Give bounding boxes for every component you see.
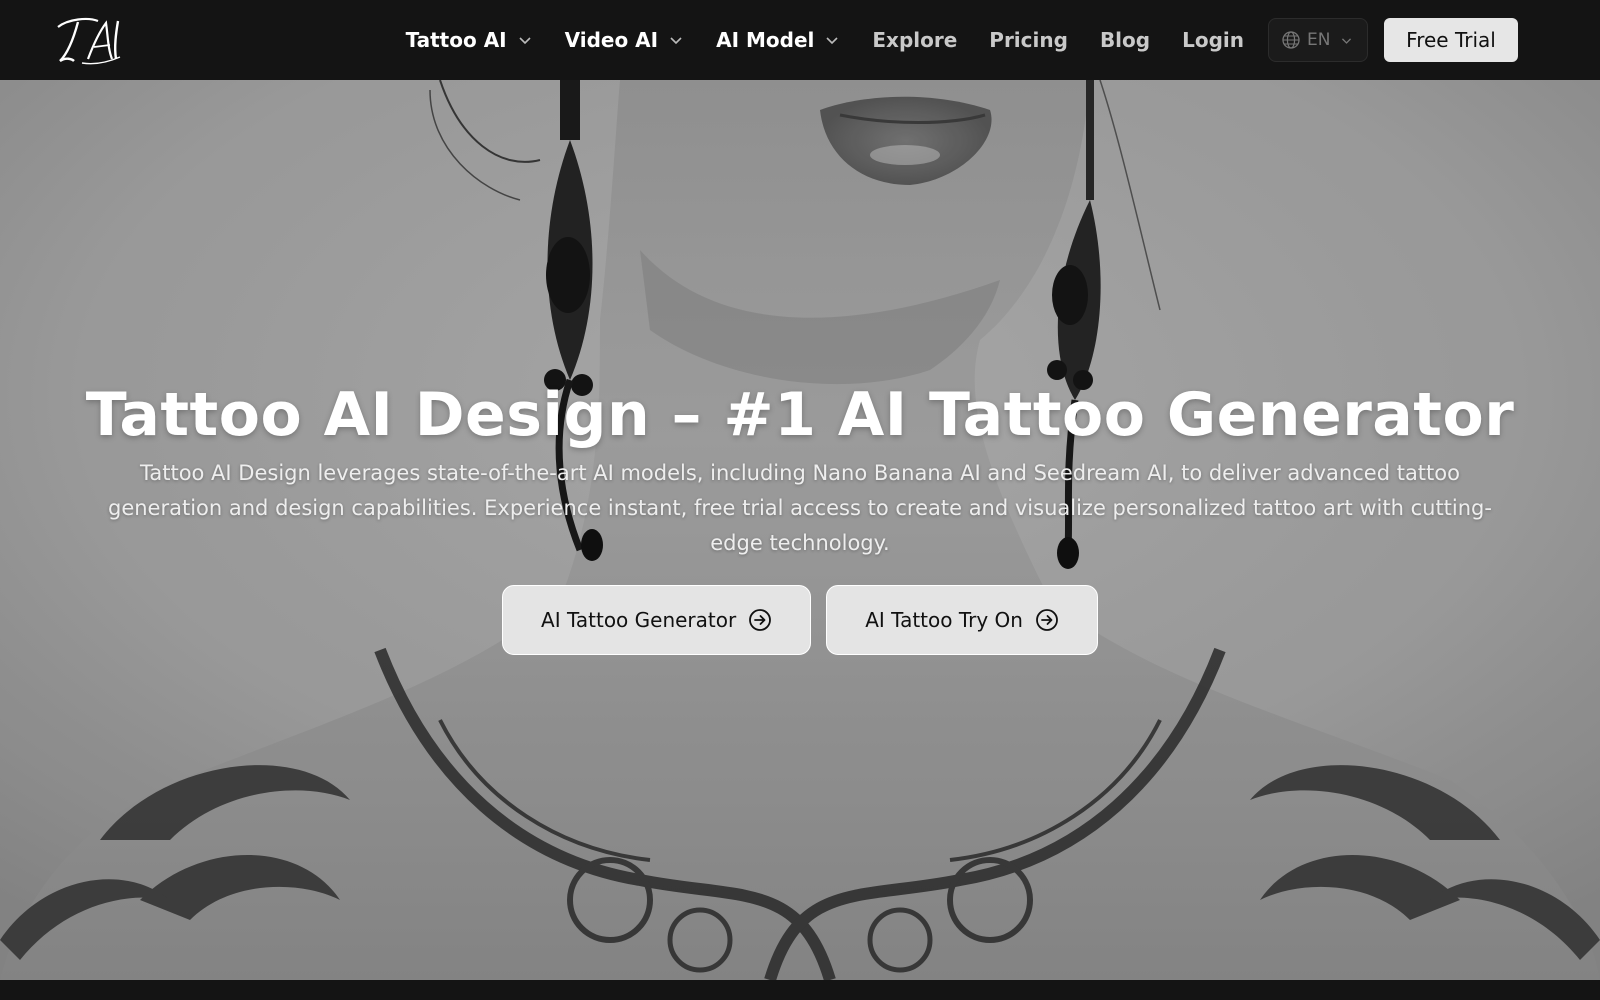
nav-item-label: Blog	[1099, 28, 1151, 52]
button-label: AI Tattoo Generator	[541, 608, 737, 632]
top-navbar: Tattoo AI Video AI AI Model Explore Pric…	[0, 0, 1600, 80]
page-bottom-strip	[0, 980, 1600, 1000]
language-selector[interactable]: EN	[1268, 18, 1368, 62]
ai-tattoo-try-on-button[interactable]: AI Tattoo Try On	[826, 585, 1098, 655]
hero-title: Tattoo AI Design – #1 AI Tattoo Generato…	[85, 380, 1515, 450]
chevron-down-icon	[826, 37, 838, 45]
hero-section: Tattoo AI Design – #1 AI Tattoo Generato…	[0, 80, 1600, 980]
nav-item-label: Video AI	[564, 28, 659, 52]
nav-blog[interactable]: Blog	[1100, 28, 1150, 52]
globe-icon	[1282, 31, 1300, 49]
chevron-down-icon	[1342, 37, 1352, 44]
language-label: EN	[1307, 30, 1331, 50]
ai-tattoo-generator-button[interactable]: AI Tattoo Generator	[502, 585, 812, 655]
tai-logo-icon	[57, 17, 121, 65]
chevron-down-icon	[519, 37, 531, 45]
nav-tattoo-ai[interactable]: Tattoo AI	[406, 28, 533, 52]
arrow-circle-right-icon	[749, 609, 772, 631]
nav-pricing[interactable]: Pricing	[989, 28, 1068, 52]
brand-logo[interactable]	[54, 13, 128, 67]
button-label: AI Tattoo Try On	[865, 608, 1023, 632]
nav-login[interactable]: Login	[1182, 28, 1244, 52]
arrow-circle-right-icon	[1036, 609, 1058, 631]
nav-item-label: Explore	[872, 28, 958, 52]
chevron-down-icon	[670, 37, 682, 45]
nav-video-ai[interactable]: Video AI	[565, 28, 685, 52]
hero-button-group: AI Tattoo Generator AI Tattoo Try On	[502, 585, 1098, 655]
nav-explore[interactable]: Explore	[872, 28, 957, 52]
nav-item-label: Login	[1182, 28, 1244, 52]
hero-description: Tattoo AI Design leverages state-of-the-…	[108, 461, 1492, 555]
hero-content: Tattoo AI Design – #1 AI Tattoo Generato…	[0, 80, 1600, 980]
nav-ai-model[interactable]: AI Model	[716, 28, 840, 52]
nav-item-label: Pricing	[989, 28, 1068, 52]
main-nav: Tattoo AI Video AI AI Model Explore Pric…	[374, 28, 1244, 52]
nav-item-label: AI Model	[716, 28, 815, 52]
nav-item-label: Tattoo AI	[405, 28, 507, 52]
free-trial-button[interactable]: Free Trial	[1384, 18, 1518, 62]
